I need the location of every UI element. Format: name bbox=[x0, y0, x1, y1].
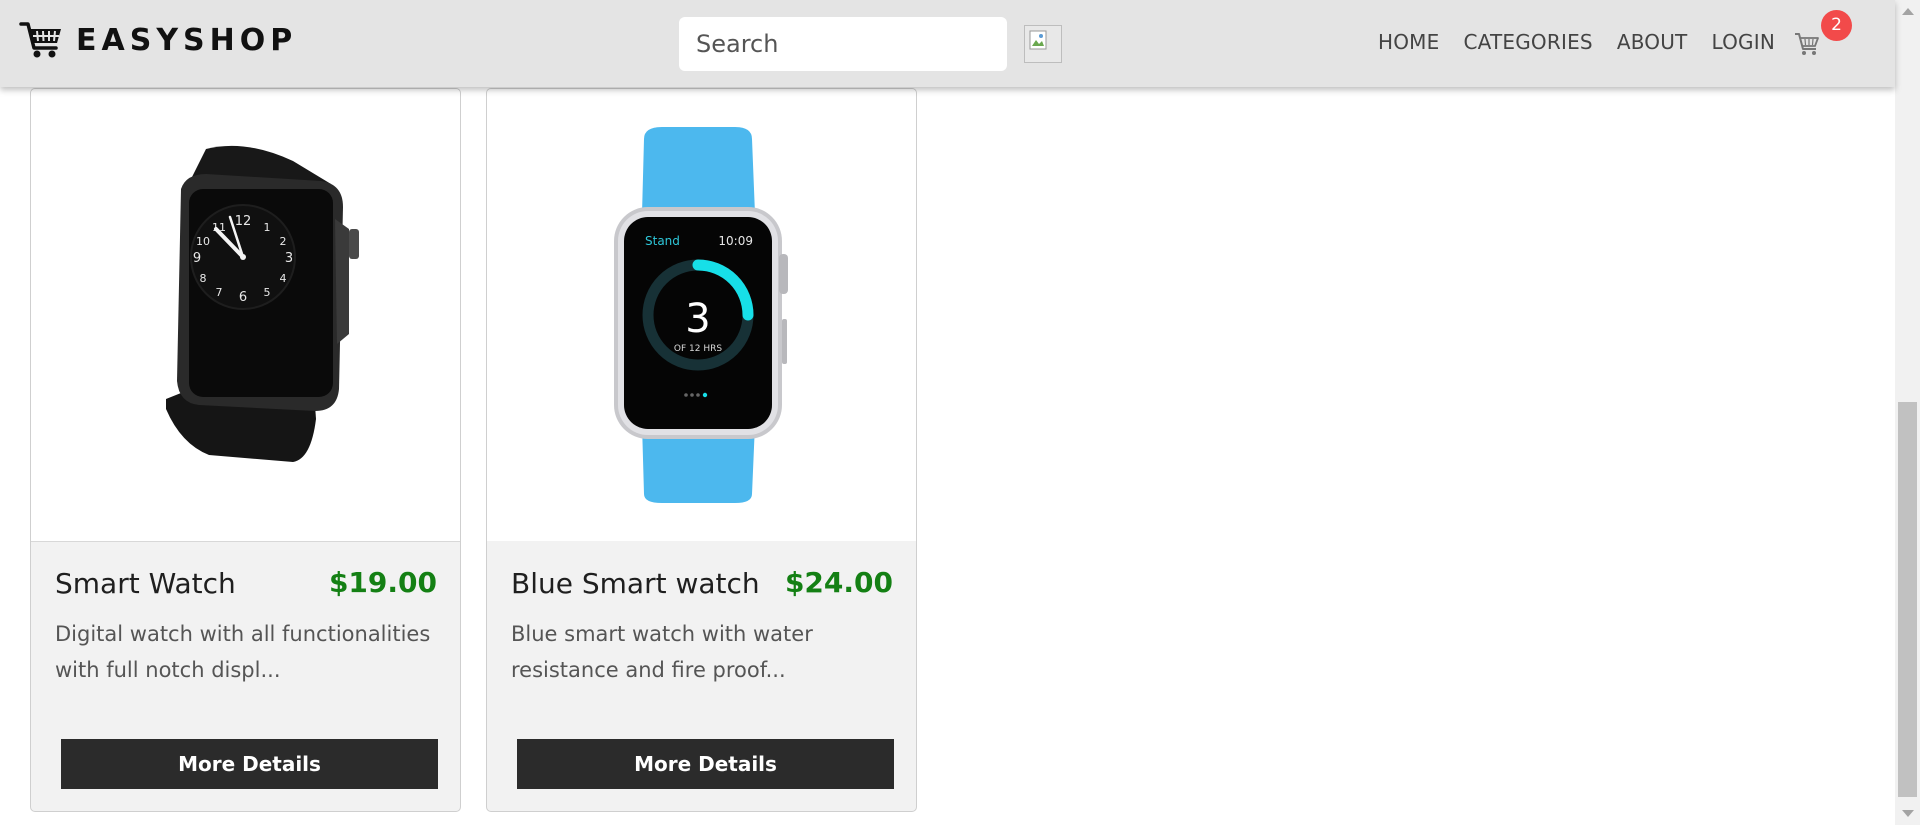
search-input[interactable] bbox=[679, 17, 1007, 71]
nav-home-link[interactable]: HOME bbox=[1378, 30, 1439, 54]
product-image-black-watch[interactable]: 12 3 6 9 1 2 4 5 7 8 10 11 bbox=[31, 89, 460, 542]
scroll-up-arrow-icon[interactable] bbox=[1902, 8, 1914, 15]
watch-screen-unit: OF 12 HRS bbox=[674, 344, 722, 354]
nav-login-link[interactable]: LOGIN bbox=[1711, 30, 1775, 54]
search-button[interactable] bbox=[1024, 25, 1062, 63]
svg-text:6: 6 bbox=[239, 290, 247, 305]
blue-smart-watch-image: Stand 10:09 3 OF 12 HRS bbox=[614, 127, 788, 503]
product-name: Smart Watch bbox=[55, 567, 236, 600]
product-name: Blue Smart watch bbox=[511, 567, 760, 600]
svg-text:3: 3 bbox=[285, 251, 293, 266]
main-nav: HOME CATEGORIES ABOUT LOGIN bbox=[1378, 30, 1799, 54]
watch-screen-label: Stand bbox=[645, 234, 680, 248]
product-price: $19.00 bbox=[328, 566, 437, 599]
more-details-button[interactable]: More Details bbox=[61, 739, 438, 789]
watch-screen-value: 3 bbox=[685, 296, 710, 342]
product-image-blue-watch[interactable]: Stand 10:09 3 OF 12 HRS bbox=[487, 89, 916, 541]
product-price: $24.00 bbox=[784, 566, 893, 599]
svg-text:5: 5 bbox=[264, 286, 271, 299]
nav-about-link[interactable]: ABOUT bbox=[1617, 30, 1688, 54]
svg-text:1: 1 bbox=[264, 221, 271, 234]
product-description: Blue smart watch with water resistance a… bbox=[511, 622, 813, 682]
product-description: Digital watch with all functionalities w… bbox=[55, 622, 431, 682]
top-navbar: EASYSHOP HOME CATEGORIES ABOUT LOGIN 2 bbox=[0, 0, 1895, 87]
brand-name: EASYSHOP bbox=[76, 22, 298, 58]
vertical-scrollbar[interactable] bbox=[1895, 0, 1920, 825]
product-card-blue-smart-watch: Stand 10:09 3 OF 12 HRS Blue Smart watch… bbox=[486, 88, 917, 812]
cart-icon[interactable] bbox=[1794, 31, 1820, 57]
svg-text:10: 10 bbox=[196, 235, 210, 248]
shopping-cart-icon bbox=[19, 22, 61, 58]
watch-screen-time: 10:09 bbox=[718, 234, 753, 248]
svg-text:7: 7 bbox=[216, 286, 223, 299]
svg-text:9: 9 bbox=[193, 251, 201, 266]
scroll-down-arrow-icon[interactable] bbox=[1902, 810, 1914, 817]
broken-image-icon bbox=[1029, 30, 1047, 50]
nav-categories-link[interactable]: CATEGORIES bbox=[1463, 30, 1592, 54]
svg-text:8: 8 bbox=[200, 272, 207, 285]
brand[interactable]: EASYSHOP bbox=[19, 20, 297, 60]
more-details-button[interactable]: More Details bbox=[517, 739, 894, 789]
svg-text:2: 2 bbox=[280, 235, 287, 248]
svg-text:4: 4 bbox=[280, 272, 287, 285]
black-smart-watch-image: 12 3 6 9 1 2 4 5 7 8 10 11 bbox=[166, 145, 359, 462]
svg-text:12: 12 bbox=[235, 214, 252, 229]
product-card-smart-watch: 12 3 6 9 1 2 4 5 7 8 10 11 Smart Watch $… bbox=[30, 88, 461, 812]
scrollbar-thumb[interactable] bbox=[1898, 402, 1917, 797]
cart-count-badge: 2 bbox=[1821, 10, 1852, 41]
